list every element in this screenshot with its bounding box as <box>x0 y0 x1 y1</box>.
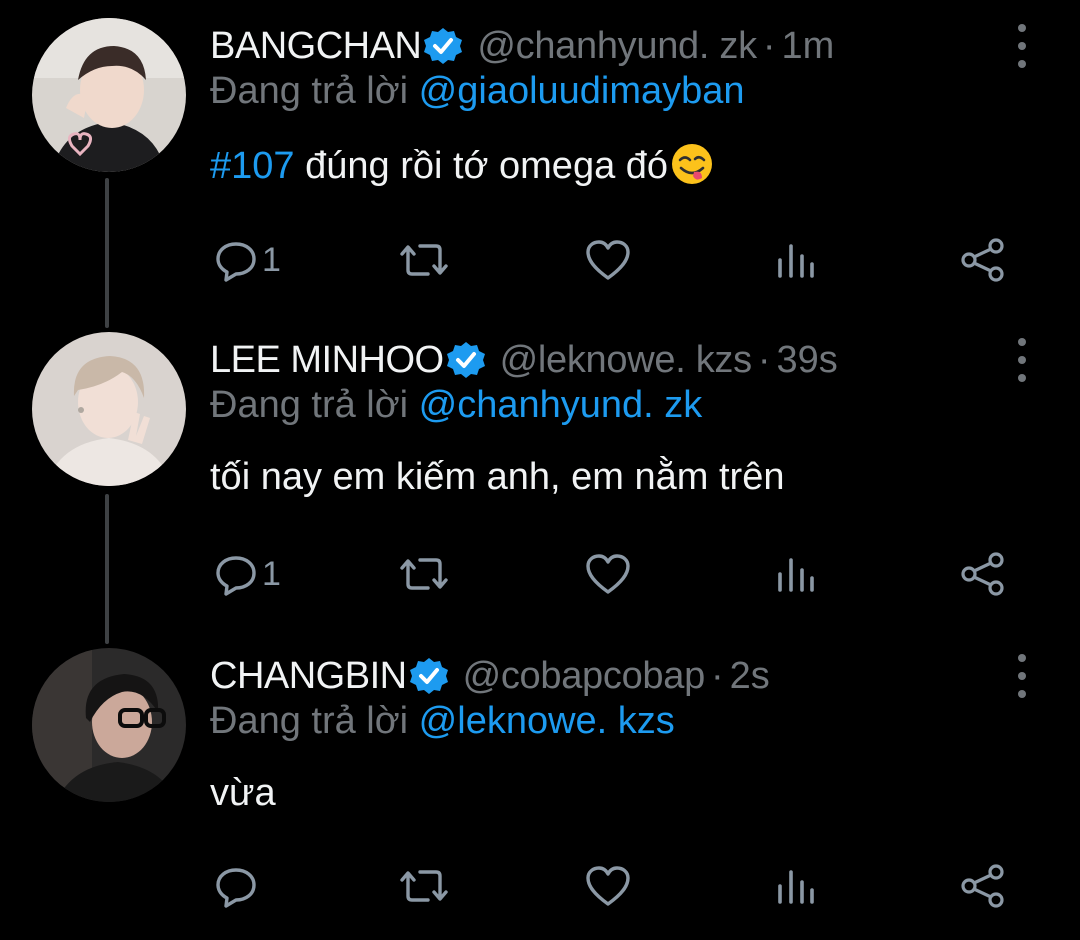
views-icon <box>778 870 814 904</box>
reply-button[interactable]: 1 <box>214 232 281 288</box>
tweet[interactable]: LEE MINHOO @leknowe. kzs · 39s Đang trả … <box>0 332 1080 632</box>
retweet-button[interactable] <box>398 858 450 914</box>
more-vertical-icon[interactable] <box>1012 24 1032 68</box>
retweet-icon <box>400 558 448 590</box>
retweet-button[interactable] <box>398 546 450 602</box>
separator-dot: · <box>762 24 776 67</box>
avatar[interactable] <box>32 332 186 486</box>
reply-icon <box>216 556 256 596</box>
share-button[interactable] <box>960 546 1006 602</box>
tweet-actions <box>0 858 1080 918</box>
views-icon <box>778 558 814 592</box>
share-icon <box>961 864 1004 908</box>
reply-icon <box>216 868 256 908</box>
share-button[interactable] <box>960 858 1006 914</box>
share-icon <box>961 238 1004 282</box>
reply-count: 1 <box>262 554 281 593</box>
verified-badge-icon <box>424 28 463 64</box>
replying-to: Đang trả lời @chanhyund. zk <box>210 384 702 436</box>
display-name[interactable]: BANGCHAN <box>210 25 422 68</box>
views-button[interactable] <box>776 858 816 914</box>
hashtag-link[interactable]: #107 <box>210 145 295 187</box>
display-name[interactable]: LEE MINHOO <box>210 339 444 382</box>
timestamp[interactable]: 2s <box>730 655 770 698</box>
separator-dot: · <box>710 654 724 697</box>
avatar[interactable] <box>32 18 186 172</box>
heart-icon <box>586 866 630 906</box>
replying-to-label: Đang trả lời <box>210 70 409 112</box>
share-button[interactable] <box>960 232 1006 288</box>
tweet-body: đúng rồi tớ omega đó <box>294 145 669 187</box>
replying-to-label: Đang trả lời <box>210 700 409 742</box>
separator-dot: · <box>757 338 771 381</box>
avatar[interactable] <box>32 648 186 802</box>
tweet[interactable]: BANGCHAN @chanhyund. zk · 1m Đang trả lờ… <box>0 18 1080 318</box>
tweet-text: #107 đúng rồi tớ omega đó <box>210 142 714 188</box>
mention-link[interactable]: @leknowe. kzs <box>419 700 675 742</box>
reply-icon <box>216 242 256 282</box>
retweet-icon <box>400 244 448 276</box>
user-handle[interactable]: @leknowe. kzs <box>500 339 753 382</box>
tweet[interactable]: CHANGBIN @cobapcobap · 2s Đang trả lời @… <box>0 648 1080 940</box>
more-vertical-icon[interactable] <box>1012 338 1032 382</box>
views-button[interactable] <box>776 546 816 602</box>
retweet-icon <box>400 870 448 902</box>
like-button[interactable] <box>584 858 632 914</box>
display-name[interactable]: CHANGBIN <box>210 655 407 698</box>
like-button[interactable] <box>584 232 632 288</box>
retweet-button[interactable] <box>398 232 450 288</box>
replying-to: Đang trả lời @giaoluudimayban <box>210 70 745 122</box>
heart-icon <box>586 240 630 280</box>
like-button[interactable] <box>584 546 632 602</box>
verified-badge-icon <box>409 658 448 694</box>
more-vertical-icon[interactable] <box>1012 654 1032 698</box>
timestamp[interactable]: 1m <box>781 25 834 68</box>
reply-count: 1 <box>262 240 281 279</box>
replying-to: Đang trả lời @leknowe. kzs <box>210 700 675 752</box>
verified-badge-icon <box>446 342 485 378</box>
user-handle[interactable]: @cobapcobap <box>463 655 706 698</box>
tweet-text: vừa <box>210 772 276 814</box>
share-icon <box>961 552 1004 596</box>
reply-button[interactable]: 1 <box>214 546 281 602</box>
mention-link[interactable]: @giaoluudimayban <box>419 70 745 112</box>
tweet-actions: 1 <box>0 546 1080 606</box>
reply-button[interactable] <box>214 858 262 914</box>
heart-icon <box>586 554 630 594</box>
replying-to-label: Đang trả lời <box>210 384 409 426</box>
views-icon <box>778 244 814 278</box>
tweet-actions: 1 <box>0 232 1080 292</box>
face-savoring-food-emoji <box>672 144 713 184</box>
tweet-text: tối nay em kiếm anh, em nằm trên <box>210 456 785 498</box>
views-button[interactable] <box>776 232 816 288</box>
timestamp[interactable]: 39s <box>776 339 837 382</box>
mention-link[interactable]: @chanhyund. zk <box>419 384 703 426</box>
user-handle[interactable]: @chanhyund. zk <box>477 25 757 68</box>
